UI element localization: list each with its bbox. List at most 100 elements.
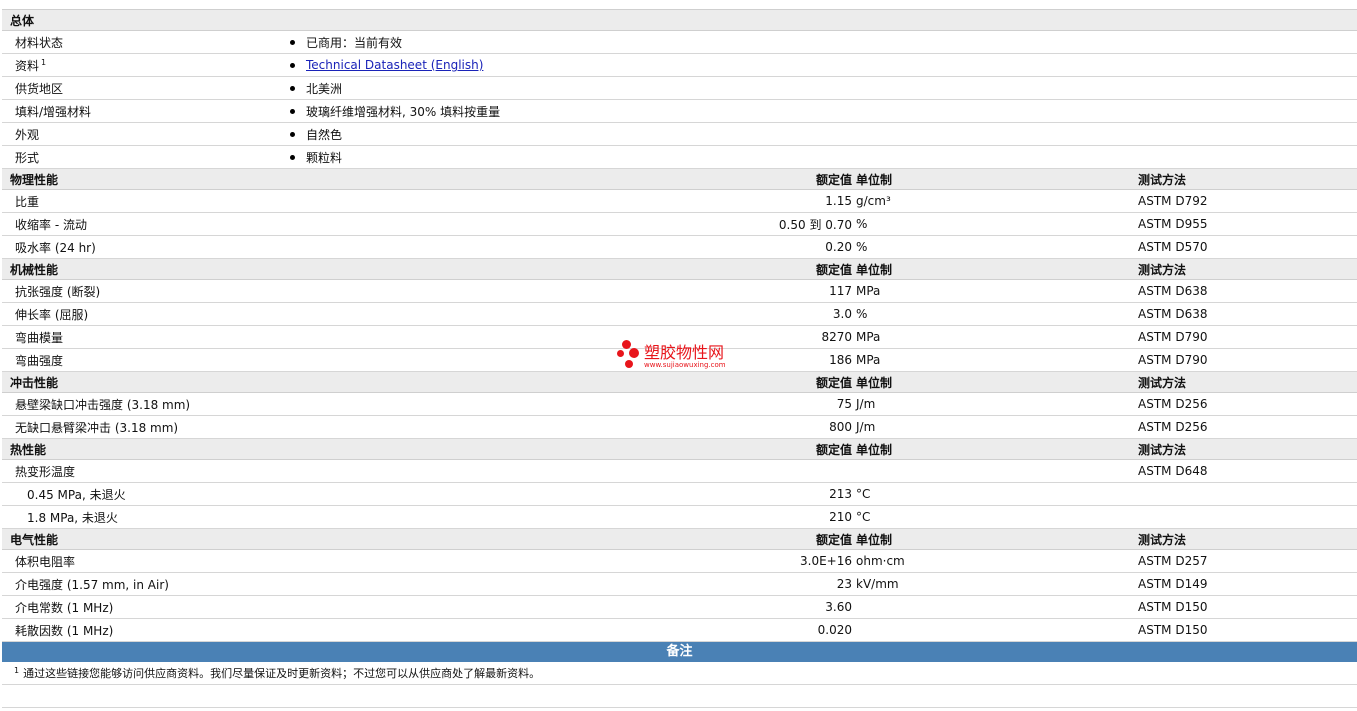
property-label-text: 材料状态 [15,35,64,50]
section-header-general: 总体 [2,10,1357,31]
column-header-value: 额定值 [815,172,852,187]
property-label: 填料/增强材料 [15,100,91,122]
general-row: 外观 自然色 [2,123,1357,146]
property-row: 比重 1.15 g/cm³ ASTM D792 [2,190,1357,213]
property-row: 伸长率 (屈服) 3.0% ASTM D638 [2,303,1357,326]
property-value: 0.50 到 0.70 [778,217,852,232]
property-label: 材料状态 [15,31,63,53]
column-header-test: 测试方法 [1138,375,1187,390]
property-row: 0.45 MPa, 未退火 213 °C [2,483,1357,506]
property-label: 介电常数 (1 MHz) [15,600,114,615]
property-value: 0.020 [817,623,852,637]
bullet-icon [290,131,295,137]
column-header-test: 测试方法 [1138,442,1187,457]
property-value-text: 自然色 [306,127,343,142]
property-value: 3.0 [832,307,852,321]
column-header-unit: 单位制 [856,442,893,457]
property-label: 介电强度 (1.57 mm, in Air) [15,577,169,592]
property-label: 热变形温度 [15,464,76,479]
property-label: 伸长率 (屈服) [15,307,89,322]
bullet-icon [290,85,295,91]
property-row: 1.8 MPa, 未退火 210 °C [2,506,1357,529]
column-header-unit: 单位制 [856,532,893,547]
datasheet-link[interactable]: Technical Datasheet (English) [306,58,483,72]
watermark-url: www.sujiaowuxing.com [644,361,726,369]
general-row: 供货地区 北美洲 [2,77,1357,100]
column-header-value: 额定值 [815,375,852,390]
blank-row [2,685,1357,708]
property-value: Technical Datasheet (English) [290,54,483,76]
property-row: 无缺口悬臂梁冲击 (3.18 mm) 800 J/m ASTM D256 [2,416,1357,439]
section-title: 冲击性能 [10,375,59,390]
property-label: 弯曲强度 [15,353,64,368]
property-label-text: 填料/增强材料 [15,104,92,119]
property-row: 热变形温度 ASTM D648 [2,460,1357,483]
property-label: 体积电阻率 [15,554,76,569]
property-value: 北美洲 [290,77,342,99]
property-unit: J/m [856,397,876,411]
property-label: 0.45 MPa, 未退火 [27,487,126,502]
section-header: 物理性能 额定值 单位制 测试方法 [2,169,1357,190]
property-value: 186 [829,353,852,367]
section-header: 冲击性能 额定值 单位制 测试方法 [2,372,1357,393]
property-value: 3.60 [825,600,852,614]
property-value: 0.20 [825,240,852,254]
property-row: 抗张强度 (断裂) 117 MPa ASTM D638 [2,280,1357,303]
property-label-text: 供货地区 [15,81,64,96]
property-value: 210 [829,510,852,524]
property-value-text: 北美洲 [306,81,343,96]
property-value: 颗粒料 [290,146,342,168]
property-unit: ohm·cm [856,554,905,568]
property-label: 弯曲模量 [15,330,64,345]
property-row: 介电强度 (1.57 mm, in Air) 23 kV/mm ASTM D149 [2,573,1357,596]
section-title: 机械性能 [10,262,59,277]
general-row: 填料/增强材料 玻璃纤维增强材料, 30% 填料按重量 [2,100,1357,123]
test-method: ASTM D792 [1138,194,1208,208]
bullet-icon [290,108,295,114]
property-row: 吸水率 (24 hr) 0.20% ASTM D570 [2,236,1357,259]
test-method: ASTM D149 [1138,577,1208,591]
test-method: ASTM D638 [1138,284,1208,298]
section-title: 总体 [10,13,35,28]
general-row: 资料 1 Technical Datasheet (English) [2,54,1357,77]
bullet-icon [290,62,295,68]
test-method: ASTM D570 [1138,240,1208,254]
property-label: 吸水率 (24 hr) [15,240,96,255]
property-label: 供货地区 [15,77,63,99]
property-value: 已商用：当前有效 [290,31,402,53]
column-header-value: 额定值 [815,262,852,277]
footnote-text: 通过这些链接您能够访问供应商资料。我们尽量保证及时更新资料；不过您可以从供应商处… [23,667,541,680]
test-method: ASTM D955 [1138,217,1208,231]
property-unit: J/m [856,420,876,434]
property-label: 1.8 MPa, 未退火 [27,510,118,525]
test-method: ASTM D150 [1138,600,1208,614]
section-title: 电气性能 [10,532,59,547]
property-label-text: 资料 [15,58,40,73]
column-header-test: 测试方法 [1138,532,1187,547]
general-row: 形式 颗粒料 [2,146,1357,169]
property-unit: kV/mm [856,577,899,591]
watermark-logo: 塑胶物性网 www.sujiaowuxing.com [614,336,726,372]
property-unit: g/cm³ [856,194,891,208]
test-method: ASTM D648 [1138,464,1208,478]
general-row: 材料状态 已商用：当前有效 [2,31,1357,54]
test-method: ASTM D257 [1138,554,1208,568]
property-row: 收缩率 - 流动 0.50 到 0.70% ASTM D955 [2,213,1357,236]
property-value: 3.0E+16 [800,554,852,568]
property-label: 耗散因数 (1 MHz) [15,623,114,638]
property-label: 外观 [15,123,39,145]
watermark-name: 塑胶物性网 [644,343,725,362]
footnote-mark: 1 [14,665,20,675]
test-method: ASTM D638 [1138,307,1208,321]
property-label: 收缩率 - 流动 [15,217,87,232]
property-value: 117 [829,284,852,298]
test-method: ASTM D790 [1138,353,1208,367]
property-label: 资料 1 [15,54,46,76]
section-title: 热性能 [10,442,47,457]
footnote: 1 通过这些链接您能够访问供应商资料。我们尽量保证及时更新资料；不过您可以从供应… [2,662,1357,685]
property-row: 悬壁梁缺口冲击强度 (3.18 mm) 75 J/m ASTM D256 [2,393,1357,416]
top-divider [2,0,1357,10]
logo-dots-icon [614,336,642,372]
column-header-test: 测试方法 [1138,172,1187,187]
property-unit: °C [856,510,871,524]
